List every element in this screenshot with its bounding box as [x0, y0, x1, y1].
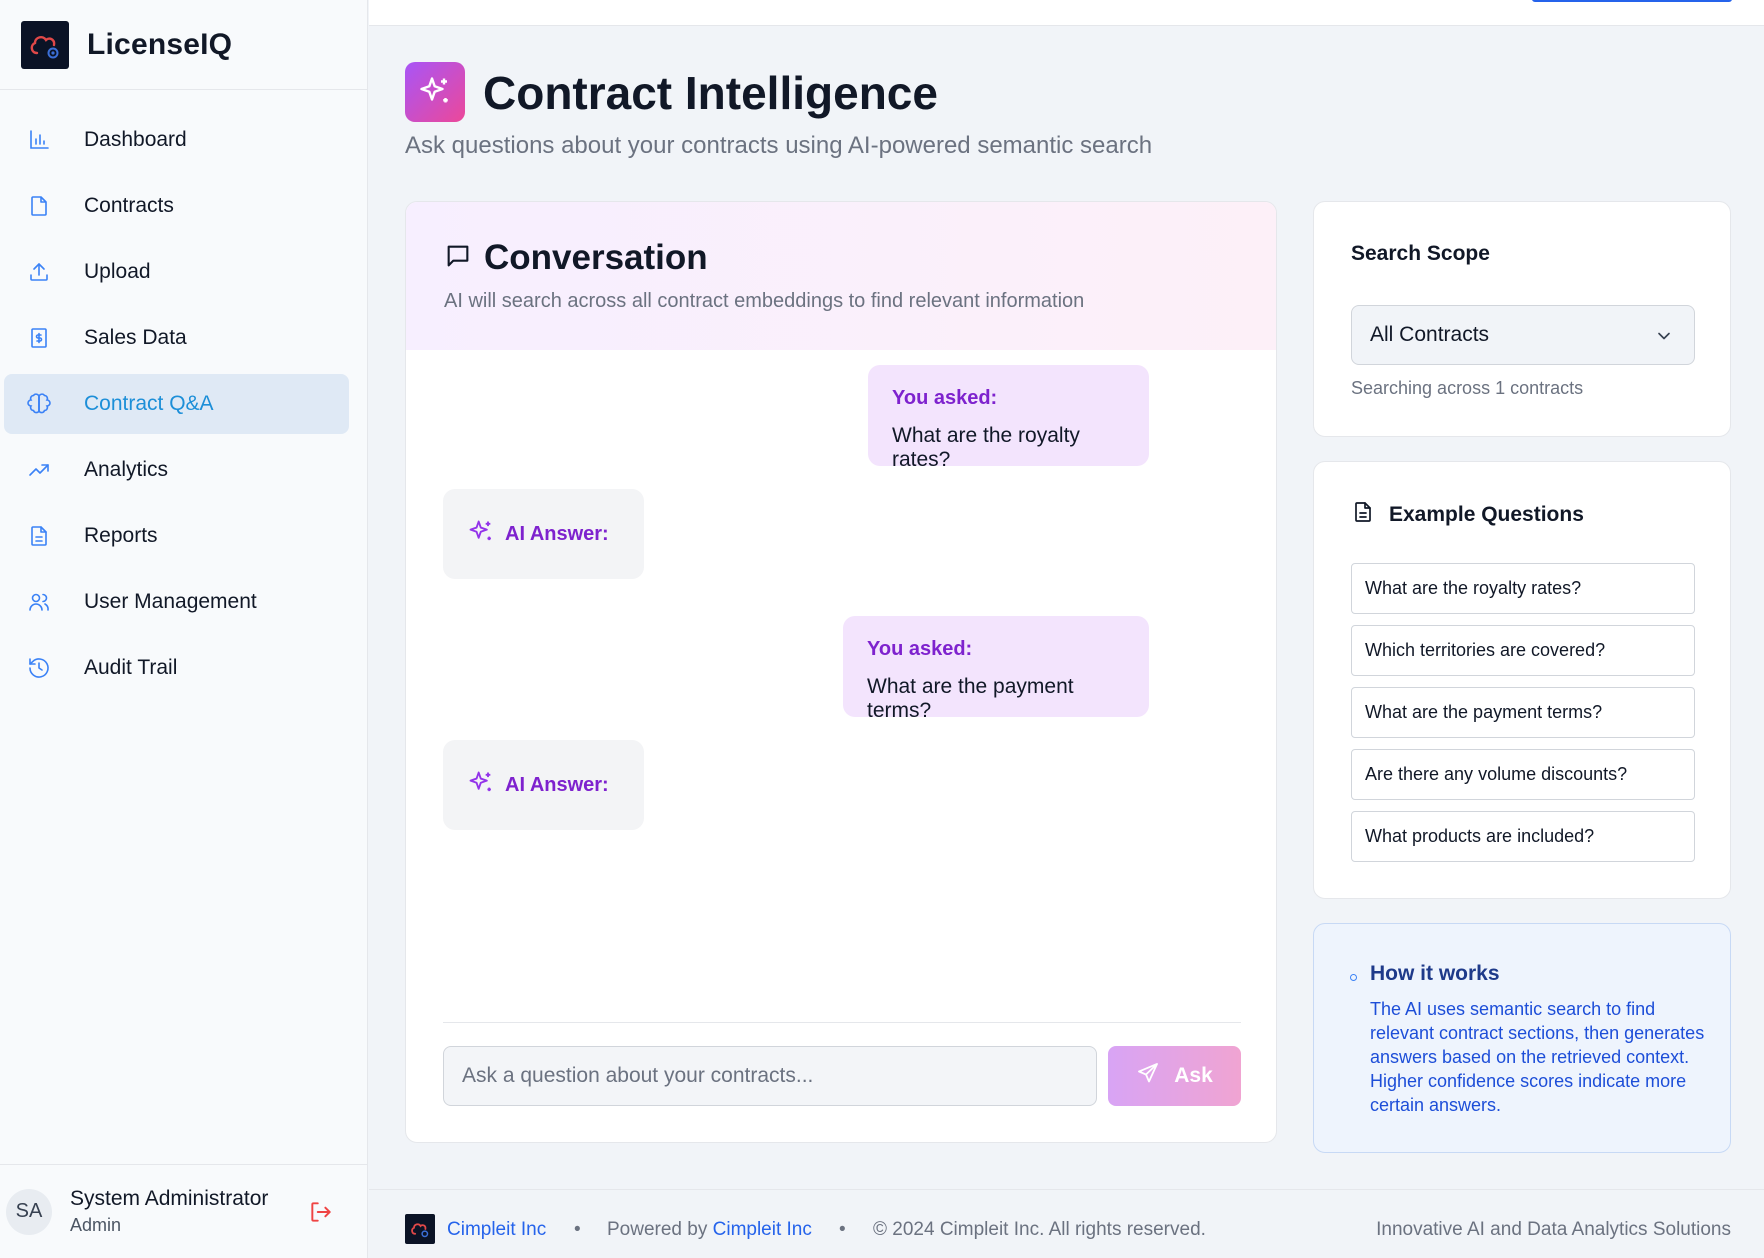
history-icon — [26, 655, 52, 681]
sidebar-item-sales-data[interactable]: Sales Data — [4, 308, 349, 368]
how-it-works-title: How it works — [1370, 962, 1500, 985]
footer-copyright: © 2024 Cimpleit Inc. All rights reserved… — [873, 1219, 1206, 1240]
sidebar-item-contract-qa[interactable]: Contract Q&A — [4, 374, 349, 434]
sidebar-item-label: Audit Trail — [84, 656, 178, 679]
app-logo-icon[interactable] — [21, 20, 69, 69]
search-scope-title: Search Scope — [1351, 242, 1490, 265]
sidebar-item-label: User Management — [84, 590, 257, 613]
sparkles-icon — [467, 518, 495, 551]
brain-icon — [26, 391, 52, 417]
message-square-icon — [444, 242, 472, 275]
how-it-works-text: The AI uses semantic search to find rele… — [1370, 999, 1705, 1115]
sidebar-item-label: Contracts — [84, 194, 174, 217]
sidebar-item-label: Upload — [84, 260, 151, 283]
brand: LicenseIQ — [0, 0, 367, 90]
user-profile: SA System Administrator Admin — [0, 1164, 368, 1258]
sidebar-item-contracts[interactable]: Contracts — [4, 176, 349, 236]
ai-message: AI Answer: — [443, 489, 644, 579]
sidebar-item-reports[interactable]: Reports — [4, 506, 349, 566]
ai-message-label: AI Answer: — [505, 522, 609, 545]
scope-select-value: All Contracts — [1370, 323, 1490, 346]
example-question-button[interactable]: What products are included? — [1351, 811, 1695, 862]
file-text-icon — [26, 523, 52, 549]
sidebar-item-label: Dashboard — [84, 128, 187, 151]
divider — [443, 1022, 1241, 1023]
search-scope-card: Search Scope All Contracts Searching acr… — [1313, 201, 1731, 437]
ask-button-label: Ask — [1174, 1064, 1213, 1087]
users-icon — [26, 589, 52, 615]
ai-message-label: AI Answer: — [505, 773, 609, 796]
sidebar-item-label: Sales Data — [84, 326, 187, 349]
footer-company-link[interactable]: Cimpleit Inc — [447, 1219, 546, 1241]
file-text-icon — [1351, 500, 1375, 529]
dollar-file-icon — [26, 325, 52, 351]
upload-icon — [26, 259, 52, 285]
sparkles-icon — [467, 769, 495, 802]
ask-button[interactable]: Ask — [1108, 1046, 1241, 1106]
footer-tagline: Innovative AI and Data Analytics Solutio… — [1376, 1219, 1731, 1240]
send-icon — [1136, 1061, 1160, 1091]
example-question-button[interactable]: Are there any volume discounts? — [1351, 749, 1695, 800]
app-name[interactable]: LicenseIQ — [87, 28, 232, 62]
sidebar-item-upload[interactable]: Upload — [4, 242, 349, 302]
sidebar-item-audit-trail[interactable]: Audit Trail — [4, 638, 349, 698]
chevron-down-icon — [1654, 326, 1674, 352]
user-message-text: What are the royalty rates? — [892, 424, 1080, 471]
page-title: Contract Intelligence — [483, 67, 938, 119]
sidebar-item-user-management[interactable]: User Management — [4, 572, 349, 632]
sidebar: LicenseIQ Dashboard Contracts Upload Sal… — [0, 0, 368, 1258]
sparkles-icon — [405, 62, 465, 122]
user-message-label: You asked: — [892, 387, 998, 409]
company-logo-icon — [405, 1214, 435, 1244]
example-question-button[interactable]: What are the payment terms? — [1351, 687, 1695, 738]
trending-up-icon — [26, 457, 52, 483]
conversation-title: Conversation — [484, 238, 708, 277]
top-action-button[interactable] — [1532, 0, 1732, 2]
ai-message: AI Answer: — [443, 740, 644, 830]
conversation-description: AI will search across all contract embed… — [444, 290, 1085, 312]
example-question-button[interactable]: What are the royalty rates? — [1351, 563, 1695, 614]
page-subtitle: Ask questions about your contracts using… — [405, 132, 1153, 159]
bullet-icon — [1350, 974, 1357, 981]
user-message-text: What are the payment terms? — [867, 675, 1074, 722]
footer-powered-link[interactable]: Cimpleit Inc — [713, 1219, 812, 1240]
how-it-works-card: How it works The AI uses semantic search… — [1313, 923, 1731, 1153]
top-bar — [369, 0, 1764, 26]
sidebar-item-dashboard[interactable]: Dashboard — [4, 110, 349, 170]
footer-powered-prefix: Powered by — [607, 1219, 708, 1240]
sidebar-nav: Dashboard Contracts Upload Sales Data Co… — [0, 90, 367, 698]
avatar[interactable]: SA — [6, 1188, 52, 1235]
conversation-header: Conversation AI will search across all c… — [406, 202, 1276, 350]
footer-separator: • — [839, 1219, 846, 1240]
bar-chart-icon — [26, 127, 52, 153]
scope-select[interactable]: All Contracts — [1351, 305, 1695, 365]
example-questions-title: Example Questions — [1389, 502, 1584, 526]
question-input[interactable] — [443, 1046, 1097, 1106]
file-icon — [26, 193, 52, 219]
scope-note: Searching across 1 contracts — [1351, 378, 1584, 398]
logout-icon[interactable] — [308, 1199, 334, 1225]
user-name: System Administrator — [70, 1187, 269, 1210]
user-message: You asked: What are the royalty rates? — [868, 365, 1149, 471]
sidebar-item-label: Analytics — [84, 458, 169, 481]
user-message-label: You asked: — [867, 638, 973, 660]
conversation-card: Conversation AI will search across all c… — [405, 201, 1277, 1143]
sidebar-item-label: Contract Q&A — [84, 392, 214, 415]
footer-powered-by: Powered by Cimpleit Inc — [607, 1219, 812, 1241]
example-questions-card: Example Questions What are the royalty r… — [1313, 461, 1731, 899]
footer: Cimpleit Inc • Powered by Cimpleit Inc •… — [369, 1189, 1764, 1258]
user-message: You asked: What are the payment terms? — [843, 616, 1149, 722]
sidebar-item-label: Reports — [84, 524, 158, 547]
sidebar-item-analytics[interactable]: Analytics — [4, 440, 349, 500]
user-role: Admin — [70, 1215, 122, 1235]
example-question-button[interactable]: Which territories are covered? — [1351, 625, 1695, 676]
footer-separator: • — [574, 1219, 581, 1240]
